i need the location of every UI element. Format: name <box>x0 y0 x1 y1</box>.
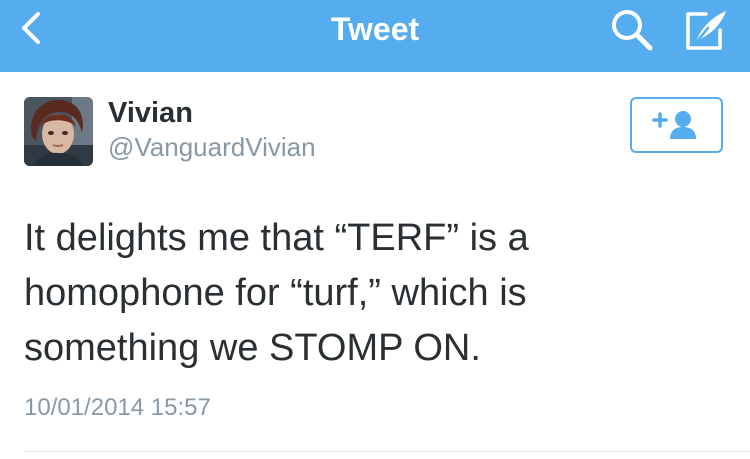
tweet-timestamp: 10/01/2014 15:57 <box>24 394 211 421</box>
avatar[interactable] <box>24 97 93 166</box>
back-icon[interactable] <box>16 10 52 46</box>
author-name[interactable]: Vivian <box>108 96 193 130</box>
divider <box>24 451 750 452</box>
tweet-text-line: homophone for “turf,” which is <box>24 272 527 314</box>
add-user-icon <box>652 111 696 139</box>
top-navigation-bar: Tweet <box>0 0 750 72</box>
search-icon[interactable] <box>610 8 654 52</box>
compose-icon[interactable] <box>682 8 730 52</box>
tweet-text-line: It delights me that “TERF” is a <box>24 217 529 259</box>
tweet-text-line: something we STOMP ON. <box>24 327 481 369</box>
author-handle[interactable]: @VanguardVivian <box>108 131 316 163</box>
tweet-text: It delights me that “TERF” is a homophon… <box>24 211 724 376</box>
follow-button[interactable] <box>630 97 723 153</box>
